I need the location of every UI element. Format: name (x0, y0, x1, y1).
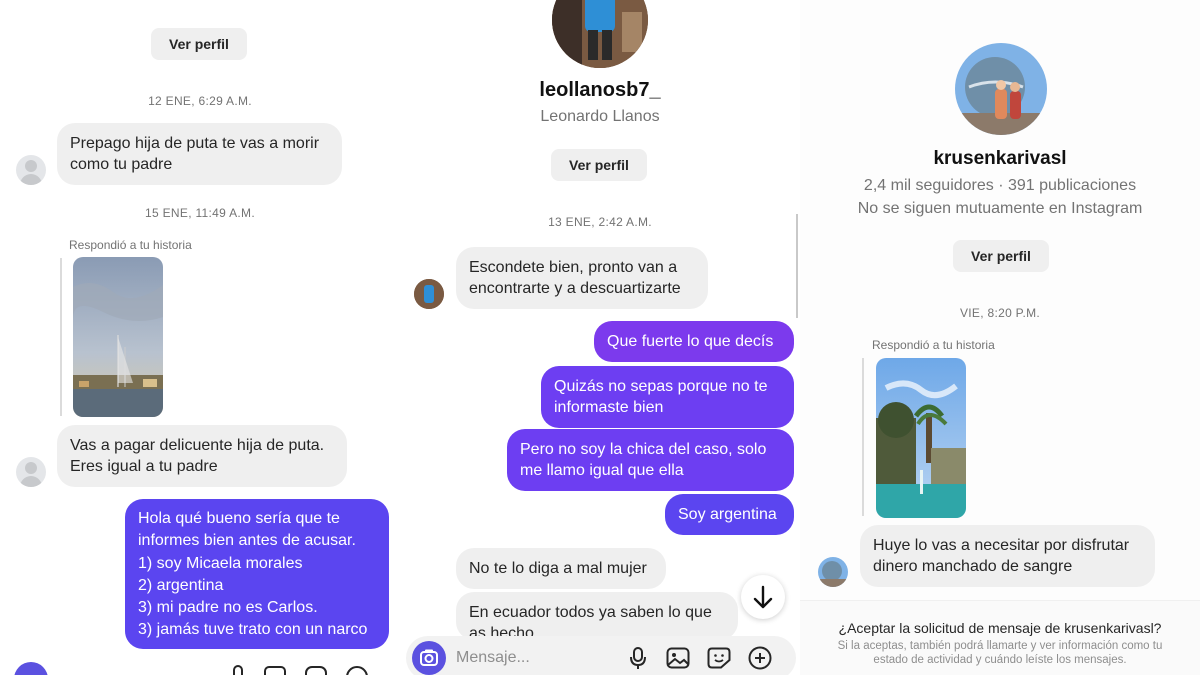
message-line: 3) mi padre no es Carlos. (138, 599, 318, 617)
chat-panel-middle: leollanosb7_ Leonardo Llanos Ver perfil … (400, 0, 800, 675)
reply-line (60, 258, 62, 416)
fountain-photo-icon (876, 358, 966, 518)
timestamp: 12 ENE, 6:29 A.M. (148, 94, 252, 108)
story-reply-label: Respondió a tu historia (69, 238, 192, 252)
view-profile-button[interactable]: Ver perfil (953, 240, 1049, 272)
timestamp: VIE, 8:20 P.M. (959, 306, 1041, 320)
incoming-message: No te lo diga a mal mujer (456, 548, 666, 589)
timestamp: 15 ENE, 11:49 A.M. (145, 206, 255, 220)
username: leollanosb7_ (539, 79, 661, 101)
story-thumbnail[interactable] (73, 257, 163, 417)
message-line: informes bien antes de acusar. (138, 532, 356, 550)
camera-button[interactable] (14, 662, 48, 675)
globe-photo-icon (818, 557, 848, 587)
outgoing-message: Que fuerte lo que decís (594, 321, 794, 362)
chat-panel-left: Ver perfil 12 ENE, 6:29 A.M. Prepago hij… (0, 0, 400, 675)
scrollbar[interactable] (796, 214, 798, 318)
sender-avatar (818, 557, 848, 587)
sticker-icon[interactable] (707, 647, 731, 669)
camera-button[interactable] (412, 641, 446, 675)
sticker-icon[interactable] (305, 666, 327, 675)
username: krusenkarivasl (933, 148, 1067, 169)
full-name: Leonardo Llanos (540, 108, 660, 125)
chat-panel-right: krusenkarivasl 2,4 mil seguidores · 391 … (800, 0, 1200, 675)
request-description: Si la aceptas, también podrá llamarte y … (837, 640, 1163, 666)
sender-avatar (16, 457, 46, 487)
message-line: 1) soy Micaela morales (138, 554, 303, 572)
outgoing-message: Hola qué bueno sería que te informes bie… (125, 499, 389, 649)
message-line: 3) jamás tuve trato con un narco (138, 621, 368, 639)
timestamp: 13 ENE, 2:42 A.M. (548, 215, 652, 229)
profile-picture[interactable] (955, 43, 1047, 135)
message-input[interactable]: Mensaje... (456, 649, 530, 667)
camera-icon (420, 649, 438, 666)
story-reply-label: Respondió a tu historia (872, 338, 995, 352)
gallery-icon[interactable] (666, 647, 690, 669)
profile-picture[interactable] (552, 0, 648, 68)
arrow-down-icon (753, 585, 773, 609)
request-title: ¿Aceptar la solicitud de mensaje de krus… (838, 620, 1162, 636)
harbor-photo-icon (73, 257, 163, 417)
message-line: 2) argentina (138, 576, 224, 594)
sender-avatar (414, 279, 444, 309)
message-line: Hola qué bueno sería que te (138, 510, 340, 527)
incoming-message: Huye lo vas a necesitar por disfrutar di… (860, 525, 1155, 587)
scroll-to-bottom-button[interactable] (741, 575, 785, 619)
person-photo-icon (414, 279, 444, 309)
universal-globe-photo-icon (955, 43, 1047, 135)
view-profile-button[interactable]: Ver perfil (551, 149, 647, 181)
plus-icon[interactable] (748, 646, 772, 670)
outgoing-message: Quizás no sepas porque no te informaste … (541, 366, 794, 428)
person-photo-icon (552, 0, 648, 68)
microphone-icon[interactable] (228, 664, 248, 675)
reply-line (862, 358, 864, 516)
incoming-message: Vas a pagar delicuente hija de puta. Ere… (57, 425, 347, 487)
view-profile-button[interactable]: Ver perfil (151, 28, 247, 60)
sender-avatar (16, 155, 46, 185)
outgoing-message: Soy argentina (665, 494, 794, 535)
mutual-follow-status: No se siguen mutuamente en Instagram (857, 200, 1143, 217)
microphone-icon[interactable] (628, 646, 648, 670)
plus-icon[interactable] (346, 666, 368, 675)
gallery-icon[interactable] (264, 666, 286, 675)
incoming-message: En ecuador todos ya saben lo que as hech… (456, 592, 738, 640)
story-thumbnail[interactable] (876, 358, 966, 518)
incoming-message: Prepago hija de puta te vas a morir como… (57, 123, 342, 185)
incoming-message: Escondete bien, pronto van a encontrarte… (456, 247, 708, 309)
profile-stats: 2,4 mil seguidores · 391 publicaciones (863, 177, 1137, 194)
outgoing-message: Pero no soy la chica del caso, solo me l… (507, 429, 794, 491)
